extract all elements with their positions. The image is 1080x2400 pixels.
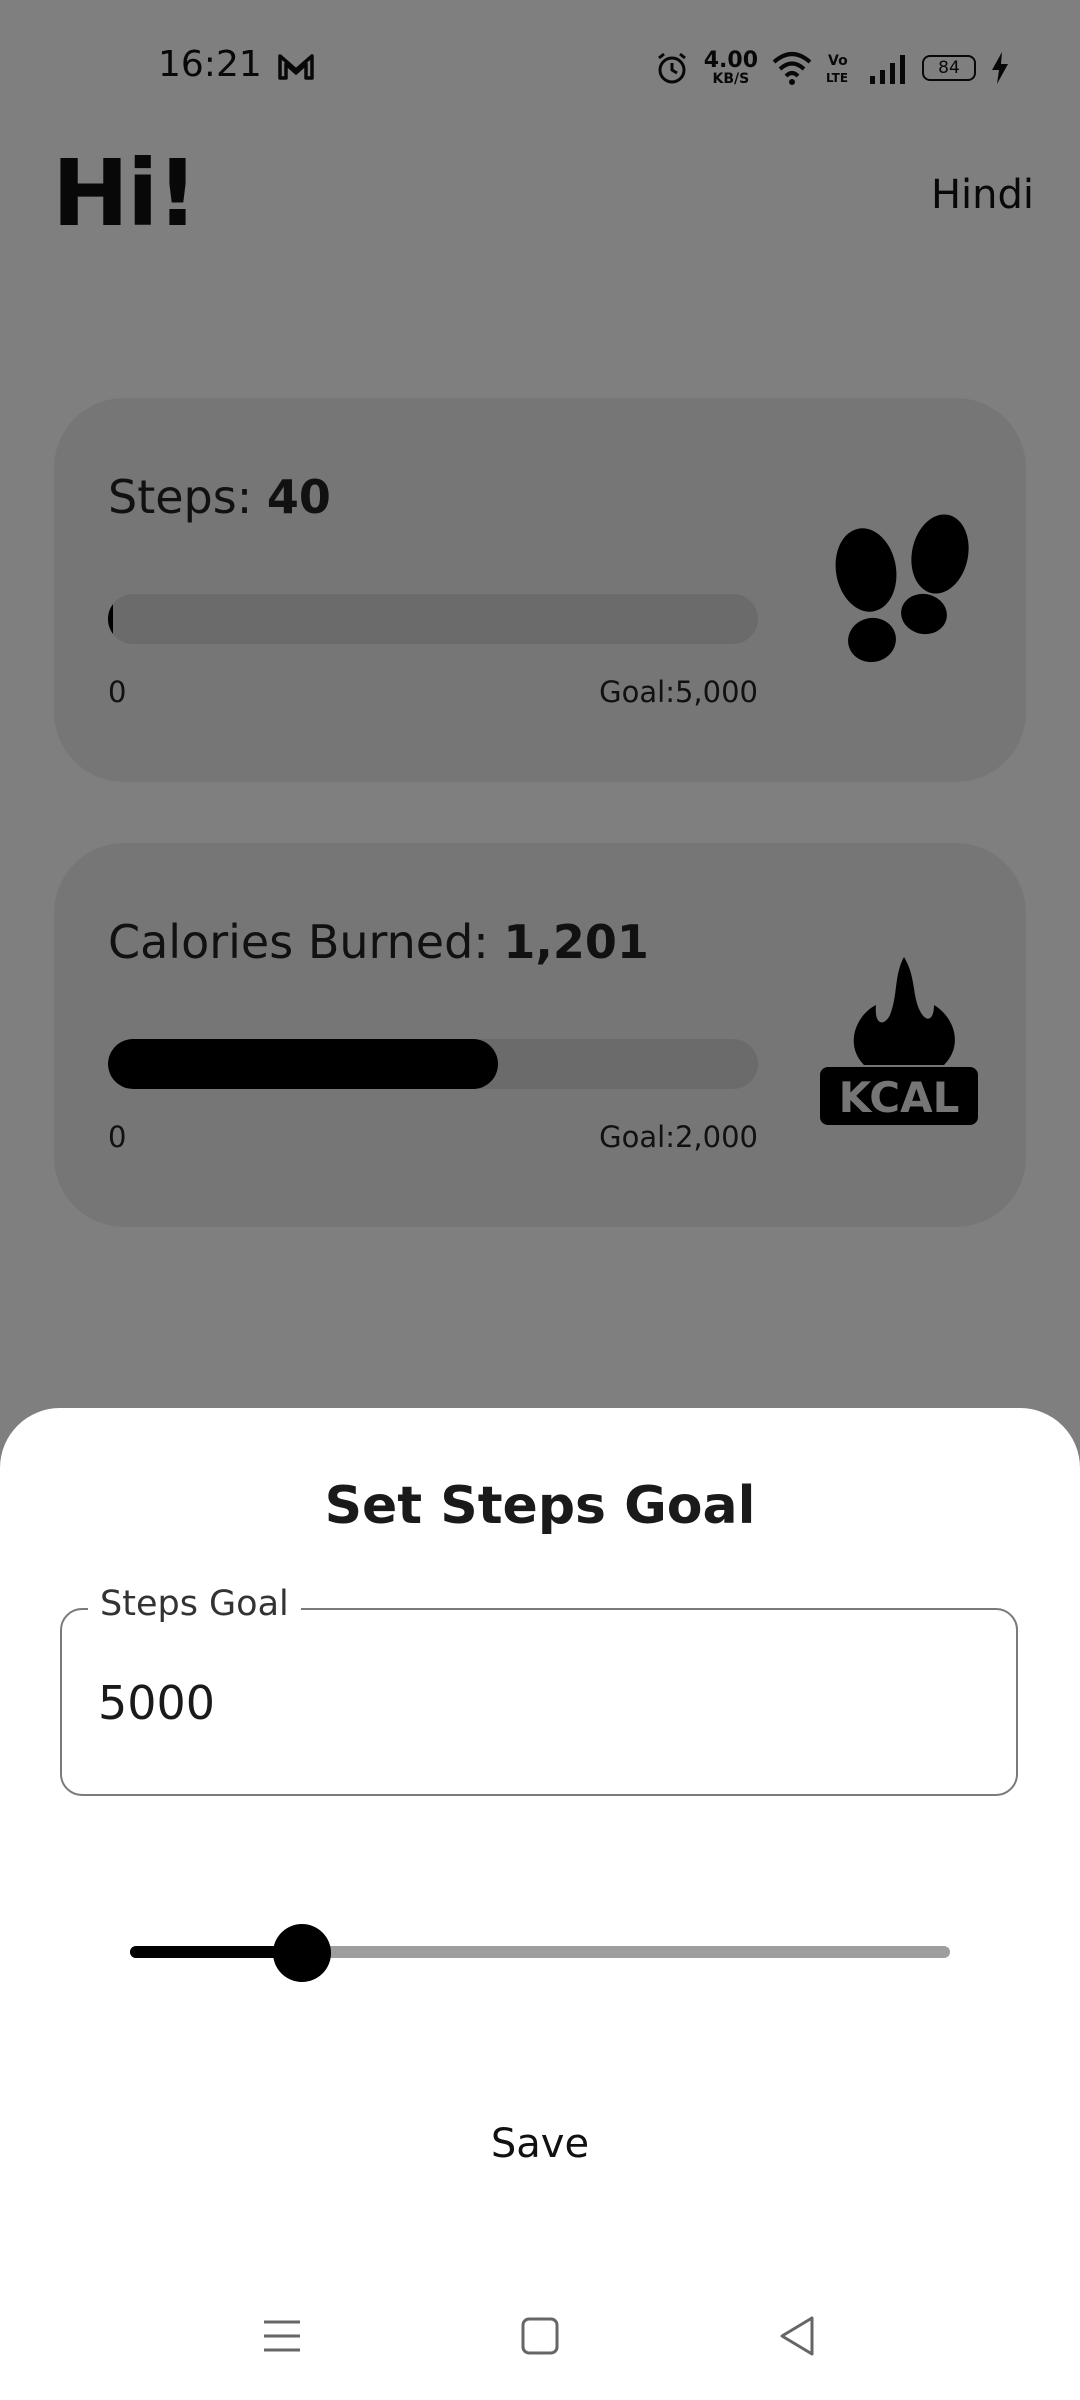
steps-goal-field-label: Steps Goal [88, 1584, 301, 1624]
back-icon[interactable] [774, 2312, 822, 2360]
system-nav-bar [0, 2290, 1080, 2380]
steps-goal-field[interactable]: Steps Goal 5000 [60, 1584, 1018, 1796]
app-screen: 16:21 4.00 KB/S Vo LTE [0, 0, 1080, 2400]
steps-goal-slider[interactable] [130, 1924, 950, 1982]
save-button[interactable]: Save [440, 2102, 640, 2186]
sheet-title: Set Steps Goal [324, 1476, 756, 1536]
steps-goal-input[interactable]: 5000 [98, 1676, 215, 1730]
menu-icon[interactable] [258, 2312, 306, 2360]
steps-goal-sheet: Set Steps Goal Steps Goal 5000 Save [0, 1408, 1080, 2400]
slider-thumb[interactable] [273, 1924, 332, 1982]
home-icon[interactable] [516, 2312, 564, 2360]
